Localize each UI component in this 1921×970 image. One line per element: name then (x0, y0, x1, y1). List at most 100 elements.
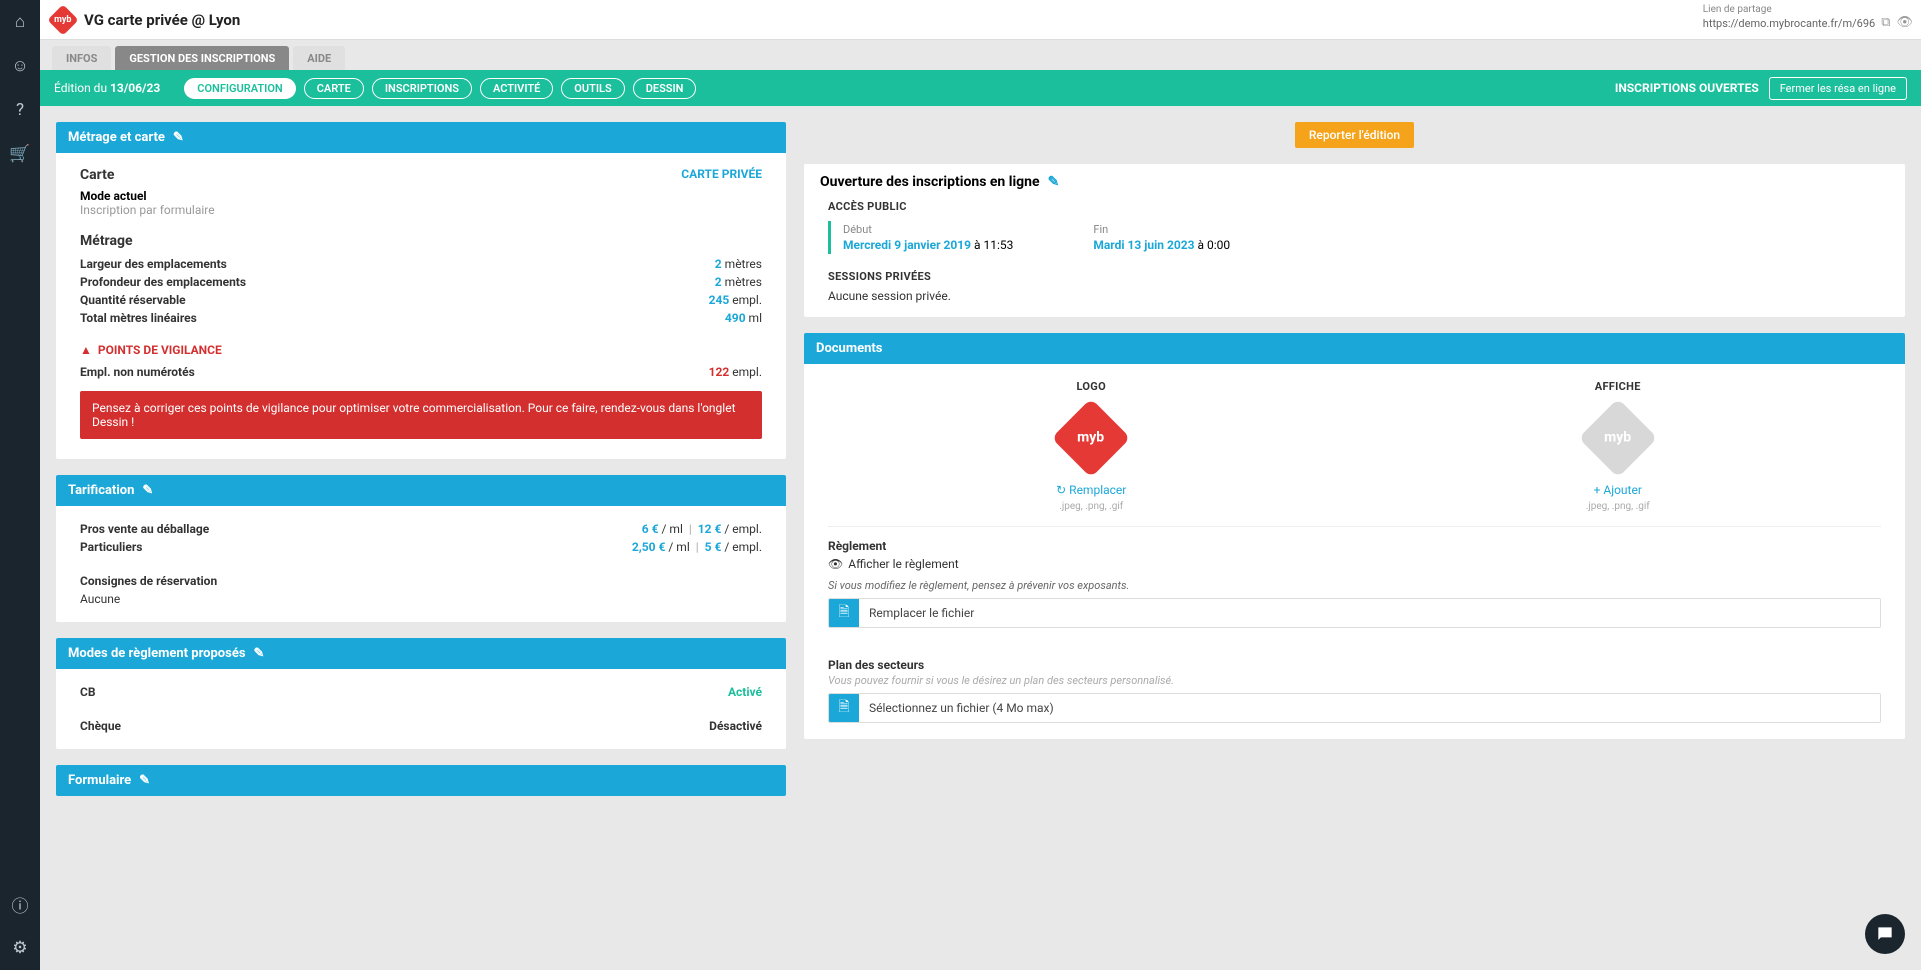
affiche-hint: .jpeg, .png, .gif (1586, 501, 1650, 512)
pill-activite[interactable]: ACTIVITÉ (480, 78, 553, 99)
row-particuliers: Particuliers 2,50 € / ml | 5 € / empl. (80, 538, 762, 556)
right-actions: Reporter l'édition (804, 122, 1905, 148)
pill-outils[interactable]: OUTILS (561, 78, 624, 99)
report-edition-button[interactable]: Reporter l'édition (1295, 122, 1414, 148)
edition-label: Édition du 13/06/23 (54, 81, 160, 95)
card-header-modes: Modes de règlement proposés ✎ (56, 638, 786, 669)
affiche-label: AFFICHE (1595, 380, 1641, 393)
file-icon: 🗎 (829, 693, 859, 723)
card-metrage: Métrage et carte ✎ Carte Mode actuel Ins… (56, 122, 786, 459)
pill-carte[interactable]: CARTE (304, 78, 364, 99)
logo-label: LOGO (1077, 380, 1106, 393)
logo-replace-link[interactable]: ↻ Remplacer (1056, 483, 1126, 497)
edit-icon[interactable]: ✎ (139, 773, 150, 788)
row-largeur: Largeur des emplacements2 mètres (80, 255, 762, 273)
reglement-note: Si vous modifiez le règlement, pensez à … (828, 579, 1881, 592)
date-fin: Fin Mardi 13 juin 2023 à 0:00 (1093, 223, 1230, 252)
reglement-title: Règlement (828, 539, 1881, 553)
warning-icon: ▲ (80, 343, 92, 357)
mode-sub: Inscription par formulaire (80, 203, 215, 217)
app-logo: myb (47, 4, 78, 35)
ouverture-title: Ouverture des inscriptions en ligne (820, 174, 1040, 190)
card-header-metrage: Métrage et carte ✎ (56, 122, 786, 153)
affiche-thumb: myb (1583, 403, 1653, 473)
card-modes: Modes de règlement proposés ✎ CBActivé C… (56, 638, 786, 749)
card-title-metrage: Métrage et carte (68, 130, 165, 145)
plan-note: Vous pouvez fournir si vous le désirez u… (828, 674, 1881, 687)
row-cb: CBActivé (80, 683, 762, 701)
affiche-add-link[interactable]: + Ajouter (1594, 483, 1642, 497)
sessions-label: SESSIONS PRIVÉES (828, 270, 1881, 283)
card-documents: Documents LOGO myb ↻ Remplacer .jpeg, .p… (804, 333, 1905, 739)
help-icon[interactable]: ? (8, 98, 32, 122)
doc-logo: LOGO myb ↻ Remplacer .jpeg, .png, .gif (828, 380, 1355, 512)
tab-infos[interactable]: INFOS (52, 46, 111, 70)
copy-icon[interactable]: ⧉ (1881, 15, 1890, 30)
formulaire-title: Formulaire (68, 773, 131, 788)
file-icon: 🗎 (829, 598, 859, 628)
row-profondeur: Profondeur des emplacements2 mètres (80, 273, 762, 291)
user-icon[interactable]: ☺ (8, 54, 32, 78)
reglement-section: Règlement 👁Afficher le règlement Si vous… (828, 527, 1881, 628)
reglement-file-input[interactable]: 🗎 Remplacer le fichier (828, 598, 1881, 628)
access-public-label: ACCÈS PUBLIC (828, 200, 1881, 213)
carte-privee-link[interactable]: CARTE PRIVÉE (681, 167, 762, 181)
reglement-file-text: Remplacer le fichier (859, 606, 984, 620)
close-resa-button[interactable]: Fermer les résa en ligne (1769, 77, 1907, 100)
settings-icon[interactable]: ⚙ (8, 936, 32, 960)
plan-file-input[interactable]: 🗎 Sélectionnez un fichier (4 Mo max) (828, 693, 1881, 723)
edit-icon[interactable]: ✎ (254, 646, 265, 661)
chat-icon (1875, 924, 1895, 944)
pill-configuration[interactable]: CONFIGURATION (184, 78, 295, 99)
pill-dessin[interactable]: DESSIN (633, 78, 697, 99)
carte-title: Carte (80, 167, 215, 183)
topbar: myb VG carte privée @ Lyon Lien de parta… (40, 0, 1921, 40)
edit-icon[interactable]: ✎ (1048, 174, 1060, 190)
eye-icon: 👁 (828, 557, 843, 571)
modes-title: Modes de règlement proposés (68, 646, 246, 661)
edit-icon[interactable]: ✎ (173, 130, 184, 145)
mode-label: Mode actuel (80, 189, 215, 203)
home-icon[interactable]: ⌂ (8, 10, 32, 34)
chat-launcher[interactable] (1865, 914, 1905, 954)
row-non-numerotes: Empl. non numérotés122 empl. (80, 363, 762, 381)
sessions-value: Aucune session privée. (828, 289, 1881, 303)
plan-file-text: Sélectionnez un fichier (4 Mo max) (859, 701, 1064, 715)
metrage-subtitle: Métrage (80, 233, 762, 249)
tab-gestion[interactable]: GESTION DES INSCRIPTIONS (115, 46, 289, 70)
vigilance-alert: Pensez à corriger ces points de vigilanc… (80, 391, 762, 439)
cart-icon[interactable]: 🛒 (8, 142, 32, 166)
row-cheque: ChèqueDésactivé (80, 717, 762, 735)
share-url: https://demo.mybrocante.fr/m/696 (1703, 17, 1875, 30)
logo-hint: .jpeg, .png, .gif (1059, 501, 1123, 512)
share-box: Lien de partage https://demo.mybrocante.… (1703, 4, 1913, 30)
card-header-tarification: Tarification ✎ (56, 475, 786, 506)
show-reglement-link[interactable]: 👁Afficher le règlement (828, 557, 1881, 571)
card-header-formulaire: Formulaire ✎ (56, 765, 786, 796)
plan-section: Plan des secteurs Vous pouvez fournir si… (828, 646, 1881, 723)
info-icon[interactable]: ⓘ (8, 892, 32, 916)
share-label: Lien de partage (1703, 4, 1913, 15)
card-header-documents: Documents (804, 333, 1905, 364)
app-sidebar: ⌂ ☺ ? 🛒 ⓘ ⚙ (0, 0, 40, 970)
doc-affiche: AFFICHE myb + Ajouter .jpeg, .png, .gif (1355, 380, 1882, 512)
vigilance-title: ▲POINTS DE VIGILANCE (80, 343, 762, 357)
tab-aide[interactable]: AIDE (293, 46, 345, 70)
row-total: Total mètres linéaires490 ml (80, 309, 762, 327)
card-tarification: Tarification ✎ Pros vente au déballage 6… (56, 475, 786, 622)
row-quantite: Quantité réservable245 empl. (80, 291, 762, 309)
inscriptions-status: INSCRIPTIONS OUVERTES (1615, 81, 1759, 95)
card-ouverture: Ouverture des inscriptions en ligne ✎ AC… (804, 164, 1905, 317)
ouverture-header: Ouverture des inscriptions en ligne ✎ (804, 164, 1905, 200)
page-title: VG carte privée @ Lyon (84, 11, 240, 29)
date-row: Début Mercredi 9 janvier 2019 à 11:53 Fi… (828, 221, 1881, 254)
eye-icon[interactable]: 👁 (1896, 15, 1913, 30)
edit-icon[interactable]: ✎ (142, 483, 153, 498)
pill-inscriptions[interactable]: INSCRIPTIONS (372, 78, 472, 99)
tabs-row: INFOS GESTION DES INSCRIPTIONS AIDE (40, 40, 1921, 70)
date-debut: Début Mercredi 9 janvier 2019 à 11:53 (843, 223, 1013, 252)
row-consignes-label: Consignes de réservation (80, 572, 762, 590)
card-formulaire: Formulaire ✎ (56, 765, 786, 796)
toolbar: Édition du 13/06/23 CONFIGURATION CARTE … (40, 70, 1921, 106)
logo-thumb: myb (1056, 403, 1126, 473)
